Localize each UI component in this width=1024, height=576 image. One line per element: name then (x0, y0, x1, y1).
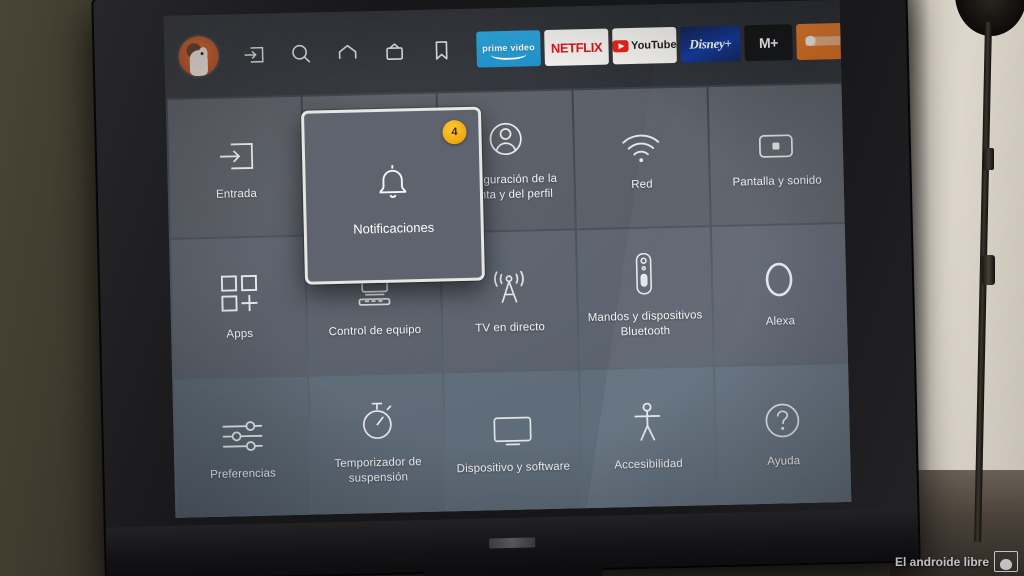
television: prime video NETFLIX YouTube Disney+ M+ (93, 0, 919, 576)
floor-lamp-joint-lower (982, 255, 995, 285)
bezel-sheen (93, 0, 919, 576)
tv-brand-logo (489, 537, 536, 549)
floor-lamp-joint-upper (983, 148, 994, 170)
watermark-logo-icon (994, 551, 1018, 572)
watermark-text: El androide libre (894, 554, 989, 569)
room-photo-scene: prime video NETFLIX YouTube Disney+ M+ (0, 0, 1024, 576)
watermark: El androide libre (895, 551, 1018, 572)
